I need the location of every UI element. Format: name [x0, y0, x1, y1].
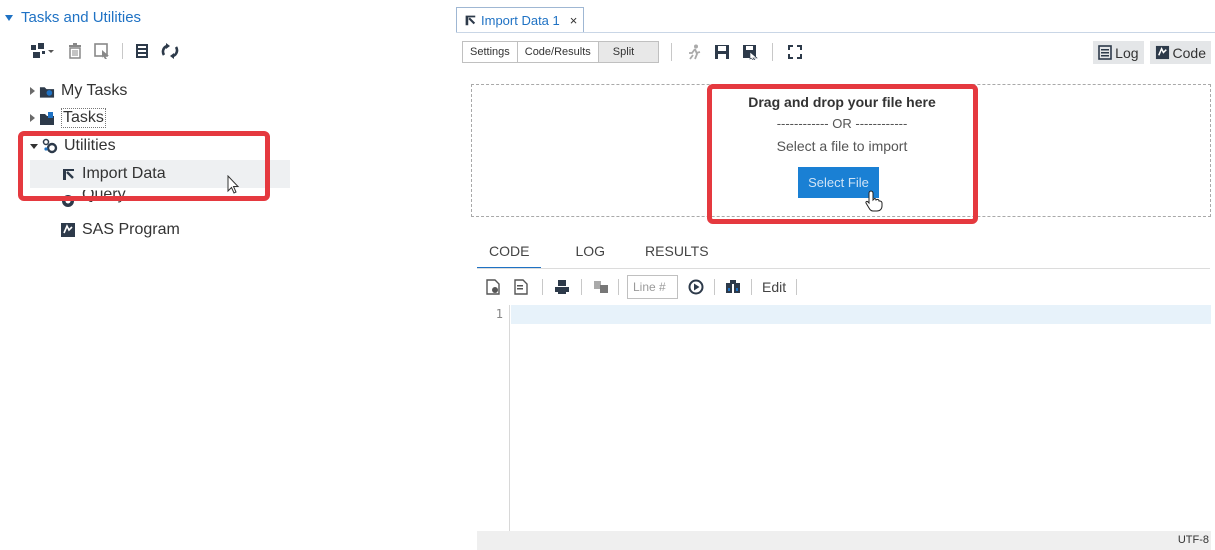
line-number-gutter: 1: [477, 305, 510, 531]
section-title: Tasks and Utilities: [21, 9, 142, 26]
tasks-and-utilities-header[interactable]: Tasks and Utilities: [5, 9, 141, 26]
tab-label: Import Data 1: [481, 12, 560, 28]
log-button-label: Log: [1115, 44, 1139, 61]
output-tabs: CODE LOG RESULTS: [477, 243, 743, 269]
new-program-icon[interactable]: [484, 278, 502, 296]
toolbar-separator: [751, 279, 752, 295]
save-as-icon[interactable]: [741, 43, 759, 61]
find-icon[interactable]: [724, 278, 742, 296]
save-icon[interactable]: [713, 43, 731, 61]
tree-item-sas-program[interactable]: SAS Program: [60, 217, 180, 243]
view-code-results-button[interactable]: Code/Results: [517, 41, 599, 63]
code-button[interactable]: Code: [1149, 41, 1211, 64]
edit-button[interactable]: Edit: [762, 279, 786, 295]
toolbar-separator: [618, 279, 619, 295]
tab-log[interactable]: LOG: [569, 243, 611, 269]
my-tasks-folder-icon: [39, 83, 55, 99]
new-task-menu-icon[interactable]: [30, 40, 56, 62]
tasks-folder-icon: [39, 110, 55, 126]
toolbar-separator: [542, 279, 543, 295]
code-toolbar: Line # Edit: [480, 275, 801, 299]
tasks-panel: Tasks and Utilities My Tasks Tasks Utili…: [0, 0, 295, 550]
view-split-button[interactable]: Split: [598, 41, 660, 63]
toolbar-separator: [772, 43, 774, 61]
active-line-highlight[interactable]: [511, 305, 1211, 324]
import-toolbar: Settings Code/Results Split: [462, 41, 809, 63]
refresh-icon[interactable]: [161, 40, 179, 62]
expand-caret-icon[interactable]: [30, 87, 35, 95]
tab-import-data-1[interactable]: Import Data 1 ×: [456, 7, 585, 32]
details-icon[interactable]: [135, 40, 149, 62]
toolbar-separator: [714, 279, 715, 295]
sas-program-icon: [60, 222, 76, 238]
copy-icon[interactable]: [592, 278, 610, 296]
open-program-icon[interactable]: [512, 278, 530, 296]
close-tab-icon[interactable]: ×: [570, 13, 578, 28]
view-settings-button[interactable]: Settings: [462, 41, 518, 63]
expand-caret-icon[interactable]: [30, 114, 35, 122]
tree-item-label: SAS Program: [82, 221, 180, 238]
hand-pointer-icon: [865, 190, 883, 212]
tree-item-label: My Tasks: [61, 82, 128, 99]
line-number: 1: [495, 307, 503, 321]
tree-item-tasks[interactable]: Tasks: [30, 105, 106, 131]
mouse-pointer-icon: [227, 175, 240, 194]
run-icon[interactable]: [685, 43, 703, 61]
code-editor[interactable]: 1: [477, 305, 1211, 531]
properties-icon[interactable]: [94, 40, 110, 62]
log-icon: [1098, 45, 1112, 60]
line-number-input[interactable]: Line #: [627, 275, 678, 299]
tab-code[interactable]: CODE: [477, 243, 542, 269]
tab-divider: [456, 32, 1215, 33]
go-to-line-icon[interactable]: [687, 278, 705, 296]
code-icon: [1155, 45, 1169, 60]
tab-results[interactable]: RESULTS: [639, 243, 715, 269]
annotation-highlight-box: [707, 84, 978, 224]
import-data-icon: [463, 13, 477, 27]
encoding-indicator: UTF-8: [1177, 534, 1209, 546]
toolbar-separator: [796, 279, 798, 295]
toolbar-separator: [122, 43, 123, 59]
panel-toggle-buttons: Log Code: [1087, 41, 1211, 64]
log-button[interactable]: Log: [1093, 41, 1144, 64]
tree-item-my-tasks[interactable]: My Tasks: [30, 78, 127, 104]
tabs-divider: [477, 268, 1210, 269]
delete-icon[interactable]: [68, 40, 82, 62]
editor-panel: Import Data 1 × Settings Code/Results Sp…: [456, 0, 1215, 550]
print-icon[interactable]: [553, 278, 571, 296]
collapse-caret-icon: [5, 14, 13, 21]
toolbar-separator: [581, 279, 582, 295]
tasks-toolbar: [30, 40, 191, 62]
code-button-label: Code: [1172, 44, 1206, 61]
maximize-icon[interactable]: [786, 43, 804, 61]
editor-tabs: Import Data 1 ×: [456, 7, 585, 32]
toolbar-separator: [671, 43, 673, 61]
status-bar: UTF-8: [477, 531, 1211, 550]
tree-item-label: Tasks: [61, 108, 106, 128]
